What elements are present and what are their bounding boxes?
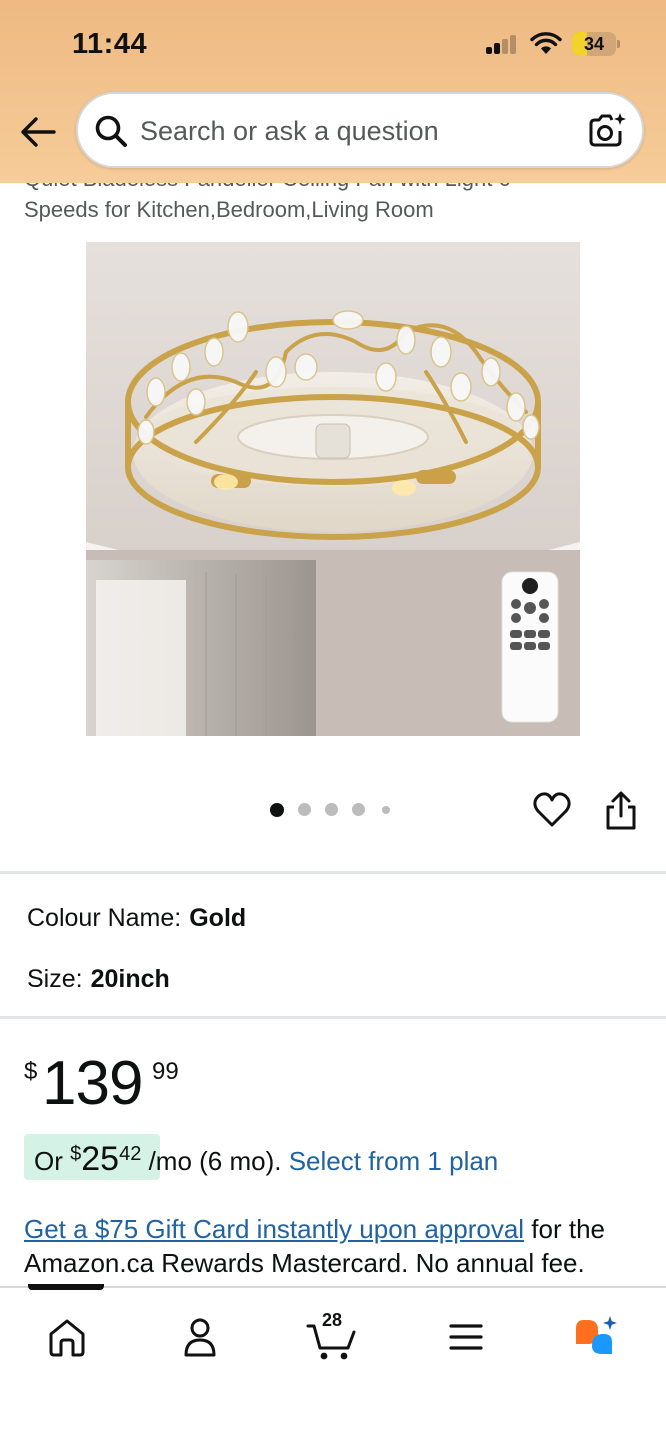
colour-label: Colour Name: <box>27 904 182 932</box>
installment-prefix: Or <box>34 1146 63 1176</box>
battery-indicator: 34 <box>572 32 620 56</box>
nav-cart[interactable]: 28 <box>302 1310 362 1362</box>
share-icon[interactable] <box>602 790 640 832</box>
installment-offer: Or $2542 /mo (6 mo). Select from 1 plan <box>34 1140 498 1179</box>
camera-search-icon[interactable] <box>586 110 628 152</box>
section-divider <box>0 1016 666 1019</box>
colour-value: Gold <box>189 904 247 932</box>
active-tab-indicator <box>28 1284 104 1290</box>
installment-fraction: 42 <box>119 1143 142 1165</box>
nav-menu[interactable] <box>436 1312 496 1362</box>
carousel-dot[interactable] <box>298 803 311 816</box>
person-icon <box>184 1318 216 1357</box>
rufus-assistant-icon <box>576 1316 617 1354</box>
wifi-icon <box>530 32 562 54</box>
status-time: 11:44 <box>72 28 148 60</box>
carousel-dot[interactable] <box>325 803 338 816</box>
credit-card-promo: Get a $75 Gift Card instantly upon appro… <box>24 1212 644 1280</box>
price-fraction: 99 <box>152 1058 179 1085</box>
nav-rufus[interactable] <box>568 1312 628 1362</box>
price-whole: 139 <box>42 1049 143 1118</box>
carousel-dot[interactable] <box>382 806 390 814</box>
price-symbol: $ <box>24 1058 38 1085</box>
header: 11:44 34 <box>0 0 666 183</box>
installment-whole: 25 <box>81 1140 120 1178</box>
size-variation[interactable]: Size: 20inch <box>27 965 170 994</box>
nav-account[interactable] <box>170 1312 230 1362</box>
heart-icon[interactable] <box>532 790 572 830</box>
battery-level: 34 <box>583 34 605 54</box>
carousel-dot[interactable] <box>352 803 365 816</box>
installment-symbol: $ <box>70 1143 82 1165</box>
gift-card-link[interactable]: Get a $75 Gift Card instantly upon appro… <box>24 1214 524 1244</box>
colour-variation[interactable]: Colour Name: Gold <box>27 904 246 933</box>
nav-home[interactable] <box>37 1312 97 1362</box>
product-title: Speeds for Kitchen,Bedroom,Living Room <box>24 197 434 222</box>
size-label: Size: <box>27 965 83 993</box>
search-icon <box>95 115 127 147</box>
section-divider <box>0 871 666 874</box>
select-plan-link[interactable]: Select from 1 plan <box>289 1146 499 1176</box>
cart-count: 28 <box>321 1310 343 1330</box>
search-bar[interactable] <box>76 92 644 168</box>
search-input[interactable] <box>140 112 560 150</box>
bottom-navigation: 28 <box>0 1284 666 1440</box>
hamburger-menu-icon <box>449 1324 483 1350</box>
carousel-dot-active[interactable] <box>270 803 284 817</box>
size-value: 20inch <box>90 965 170 993</box>
product-image[interactable] <box>86 242 580 736</box>
installment-suffix: /mo (6 mo). <box>148 1146 282 1176</box>
home-icon <box>49 1319 85 1357</box>
cellular-signal-icon <box>486 34 518 54</box>
back-arrow-icon[interactable] <box>18 112 58 152</box>
